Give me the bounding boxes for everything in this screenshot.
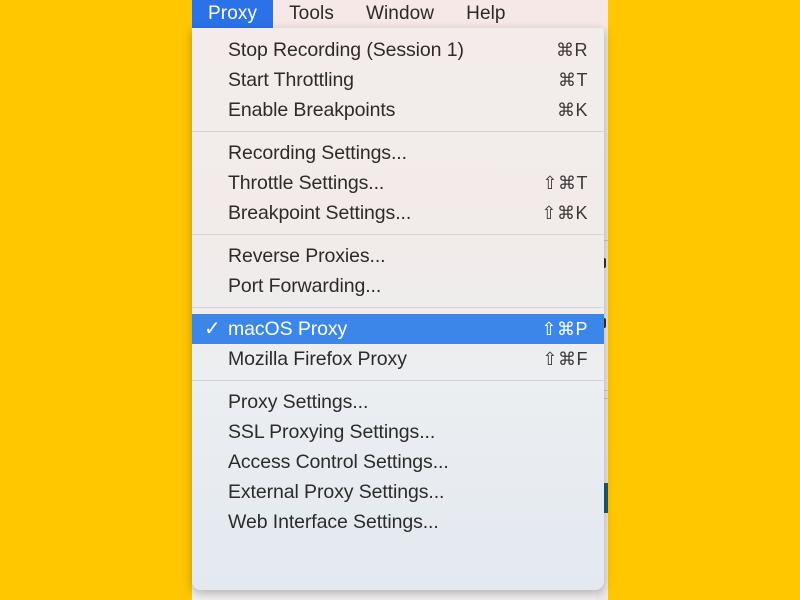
menu-item-label: Enable Breakpoints bbox=[228, 98, 396, 121]
menu-item-reverse-proxies[interactable]: Reverse Proxies... bbox=[192, 241, 604, 271]
menu-item-shortcut: ⇧⌘K bbox=[541, 202, 588, 223]
menu-item-label: Mozilla Firefox Proxy bbox=[228, 347, 407, 370]
menu-item-shortcut: ⇧⌘T bbox=[542, 172, 588, 193]
menubar-item-label: Proxy bbox=[208, 3, 258, 24]
menu-item-mozilla-firefox-proxy[interactable]: Mozilla Firefox Proxy ⇧⌘F bbox=[192, 344, 604, 374]
menu-item-label: External Proxy Settings... bbox=[228, 480, 445, 503]
menubar-item-proxy[interactable]: Proxy bbox=[192, 0, 274, 28]
menu-item-label: Stop Recording (Session 1) bbox=[228, 38, 464, 61]
menu-item-label: Breakpoint Settings... bbox=[228, 201, 412, 224]
menubar-item-label: Help bbox=[466, 3, 506, 24]
menu-item-ssl-proxying-settings[interactable]: SSL Proxying Settings... bbox=[192, 417, 604, 447]
menu-group: Reverse Proxies... Port Forwarding... bbox=[192, 239, 604, 303]
menu-item-label: Start Throttling bbox=[228, 68, 354, 91]
menu-item-shortcut: ⌘R bbox=[556, 39, 588, 60]
menu-item-start-throttling[interactable]: Start Throttling ⌘T bbox=[192, 65, 604, 95]
menu-separator bbox=[192, 380, 604, 381]
menu-item-label: Proxy Settings... bbox=[228, 390, 369, 413]
menu-item-throttle-settings[interactable]: Throttle Settings... ⇧⌘T bbox=[192, 168, 604, 198]
menu-item-access-control-settings[interactable]: Access Control Settings... bbox=[192, 447, 604, 477]
menu-item-label: Throttle Settings... bbox=[228, 171, 385, 194]
menu-item-port-forwarding[interactable]: Port Forwarding... bbox=[192, 271, 604, 301]
menu-item-label: Reverse Proxies... bbox=[228, 244, 386, 267]
menu-item-shortcut: ⌘K bbox=[556, 99, 588, 120]
menu-item-stop-recording-session-1[interactable]: Stop Recording (Session 1) ⌘R bbox=[192, 35, 604, 65]
menu-item-label: Access Control Settings... bbox=[228, 450, 449, 473]
menu-item-breakpoint-settings[interactable]: Breakpoint Settings... ⇧⌘K bbox=[192, 198, 604, 228]
menu-separator bbox=[192, 234, 604, 235]
menubar-item-tools[interactable]: Tools bbox=[273, 0, 350, 28]
menu-item-label: Web Interface Settings... bbox=[228, 510, 439, 533]
menu-item-label: Recording Settings... bbox=[228, 141, 407, 164]
menu-item-label: SSL Proxying Settings... bbox=[228, 420, 436, 443]
menu-item-enable-breakpoints[interactable]: Enable Breakpoints ⌘K bbox=[192, 95, 604, 125]
menu-group: Stop Recording (Session 1) ⌘R Start Thrott… bbox=[192, 33, 604, 127]
menu-group: Proxy Settings... SSL Proxying Settings..… bbox=[192, 385, 604, 539]
menubar-item-label: Window bbox=[365, 3, 435, 24]
menu-group: ✓ macOS Proxy ⇧⌘P Mozilla Firefox Proxy ⇧⌘F bbox=[192, 312, 604, 376]
menu-item-external-proxy-settings[interactable]: External Proxy Settings... bbox=[192, 477, 604, 507]
menubar-item-window[interactable]: Window bbox=[350, 0, 450, 28]
menu-item-proxy-settings[interactable]: Proxy Settings... bbox=[192, 387, 604, 417]
checkmark-icon: ✓ bbox=[204, 318, 221, 340]
menubar-item-label: Tools bbox=[289, 3, 334, 24]
menu-item-web-interface-settings[interactable]: Web Interface Settings... bbox=[192, 507, 604, 537]
menu-item-shortcut: ⇧⌘F bbox=[542, 348, 588, 369]
menu-item-label: Port Forwarding... bbox=[228, 274, 382, 297]
proxy-dropdown-menu: Stop Recording (Session 1) ⌘R Start Thrott… bbox=[192, 28, 604, 590]
menubar-item-help[interactable]: Help bbox=[450, 0, 521, 28]
menu-item-shortcut: ⌘T bbox=[558, 69, 588, 90]
menu-separator bbox=[192, 131, 604, 132]
menu-item-macos-proxy[interactable]: ✓ macOS Proxy ⇧⌘P bbox=[192, 314, 604, 344]
menu-separator bbox=[192, 307, 604, 308]
menu-item-shortcut: ⇧⌘P bbox=[541, 318, 588, 339]
menubar: Proxy Tools Window Help bbox=[192, 0, 608, 28]
menu-item-label: macOS Proxy bbox=[228, 317, 348, 340]
menu-item-recording-settings[interactable]: Recording Settings... bbox=[192, 138, 604, 168]
menu-group: Recording Settings... Throttle Settings..… bbox=[192, 136, 604, 230]
screen: Proxy Tools Window Help Stop Recording (… bbox=[0, 0, 800, 600]
